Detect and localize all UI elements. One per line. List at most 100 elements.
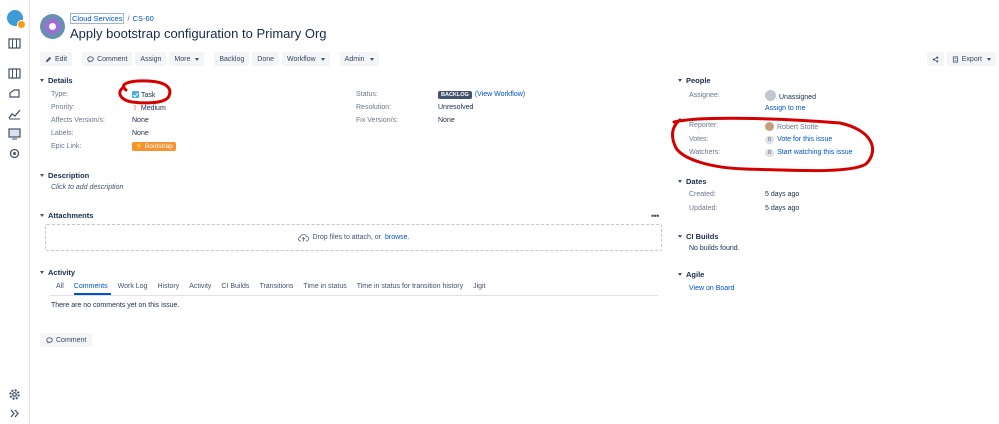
epic-link-value[interactable]: ⚡ Bootstrap — [132, 142, 176, 151]
updated-label: Updated: — [689, 205, 718, 212]
priority-value[interactable]: ⇧ Medium — [132, 104, 166, 112]
chevron-down-icon — [987, 57, 991, 61]
attachments-more-icon[interactable]: ••• — [651, 211, 659, 221]
share-icon — [932, 56, 939, 62]
collapse-triangle-icon — [678, 180, 682, 183]
breadcrumb: Cloud Services / CS-60 — [70, 13, 154, 24]
reporter-name: Robert Stotte — [777, 124, 819, 131]
more-menu-button[interactable]: More — [169, 52, 205, 66]
activity-section-toggle[interactable]: Activity — [40, 268, 75, 277]
epic-badge[interactable]: ⚡ Bootstrap — [132, 142, 176, 151]
tab-history[interactable]: History — [157, 283, 179, 290]
expand-sidebar-icon[interactable] — [8, 407, 21, 420]
tab-time-in-status[interactable]: Time in status — [303, 283, 346, 290]
resolution-value: Unresolved — [438, 104, 474, 111]
assignee-value[interactable]: Unassigned — [765, 90, 816, 101]
assignee-name: Unassigned — [779, 94, 816, 101]
app-logo-icon[interactable] — [7, 10, 26, 29]
status-label: Status: — [356, 91, 378, 98]
export-icon — [952, 55, 958, 63]
type-value[interactable]: Task — [132, 91, 155, 99]
comment-label: Comment — [97, 55, 128, 63]
watchers-value: 0 Start watching this issue — [765, 149, 853, 157]
assign-button[interactable]: Assign — [135, 52, 167, 66]
activity-tabs: All Comments Work Log History Activity C… — [56, 283, 486, 290]
board-icon[interactable] — [8, 37, 21, 50]
breadcrumb-separator: / — [127, 14, 130, 23]
people-section-toggle[interactable]: People — [678, 76, 711, 85]
done-transition-button[interactable]: Done — [252, 52, 280, 66]
start-watching-link[interactable]: Start watching this issue — [777, 149, 852, 156]
tab-all[interactable]: All — [56, 283, 64, 290]
ci-builds-empty: No builds found. — [689, 245, 740, 252]
affects-version-label: Affects Version/s: — [51, 117, 105, 124]
collapse-triangle-icon — [40, 174, 44, 177]
view-on-board-link[interactable]: View on Board — [689, 285, 734, 292]
dates-section-toggle[interactable]: Dates — [678, 177, 706, 186]
backlog-icon[interactable] — [8, 67, 21, 80]
votes-label: Votes: — [689, 136, 709, 143]
browse-link[interactable]: browse. — [385, 234, 410, 241]
tab-work-log[interactable]: Work Log — [118, 283, 148, 290]
description-heading: Description — [48, 171, 90, 180]
tab-time-in-status-transition-history[interactable]: Time in status for transition history — [357, 283, 463, 290]
project-avatar[interactable] — [40, 14, 65, 39]
attachments-heading: Attachments — [48, 211, 94, 220]
issue-title[interactable]: Apply bootstrap configuration to Primary… — [70, 26, 327, 41]
description-placeholder[interactable]: Click to add description — [51, 184, 123, 191]
status-lozenge[interactable]: BACKLOG — [438, 91, 472, 99]
add-ons-icon[interactable] — [8, 147, 21, 160]
details-section-toggle[interactable]: Details — [40, 76, 73, 85]
attachment-dropzone[interactable]: Drop files to attach, or browse. — [45, 224, 662, 251]
admin-menu-button[interactable]: Admin — [339, 52, 379, 66]
tab-activity[interactable]: Activity — [189, 283, 211, 290]
fix-version-value[interactable]: None — [438, 117, 455, 124]
export-menu-button[interactable]: Export — [946, 52, 996, 66]
breadcrumb-issue-key[interactable]: CS-60 — [133, 14, 154, 23]
type-value-text: Task — [141, 92, 156, 99]
edit-button[interactable]: Edit — [40, 52, 73, 66]
vote-for-issue-link[interactable]: Vote for this issue — [777, 136, 832, 143]
agile-heading: Agile — [686, 270, 705, 279]
tab-jigit[interactable]: Jigit — [473, 283, 485, 290]
epic-link-label: Epic Link: — [51, 143, 82, 150]
releases-icon[interactable] — [8, 87, 21, 100]
settings-gear-icon[interactable] — [8, 388, 21, 401]
resolution-label: Resolution: — [356, 104, 392, 111]
votes-count-badge: 0 — [765, 136, 775, 144]
add-comment-button[interactable]: Comment — [40, 333, 93, 347]
assignee-label: Assignee: — [689, 92, 720, 99]
collapse-triangle-icon — [40, 271, 44, 274]
unassigned-avatar-icon — [765, 90, 776, 101]
affects-version-value[interactable]: None — [132, 117, 149, 124]
status-value: BACKLOG (View Workflow) — [438, 91, 525, 99]
ci-builds-section-toggle[interactable]: CI Builds — [678, 232, 719, 241]
description-section-toggle[interactable]: Description — [40, 171, 89, 180]
cloud-upload-icon — [297, 234, 309, 242]
collapse-triangle-icon — [678, 79, 682, 82]
share-button[interactable] — [926, 52, 944, 66]
workflow-menu-button[interactable]: Workflow — [282, 52, 330, 66]
tab-transitions[interactable]: Transitions — [259, 283, 293, 290]
tab-ci-builds[interactable]: CI Builds — [221, 283, 249, 290]
view-workflow-link[interactable]: (View Workflow) — [475, 91, 525, 98]
attachments-section-toggle[interactable]: Attachments — [40, 211, 93, 220]
active-tab-indicator — [74, 293, 111, 295]
issues-icon[interactable] — [8, 127, 21, 140]
updated-value: 5 days ago — [765, 205, 800, 212]
priority-value-text: Medium — [140, 105, 166, 112]
reports-icon[interactable] — [8, 107, 21, 120]
watchers-count-badge: 0 — [765, 149, 775, 157]
labels-label: Labels: — [51, 130, 74, 137]
backlog-transition-button[interactable]: Backlog — [214, 52, 250, 66]
pencil-icon — [45, 56, 52, 62]
breadcrumb-project-link[interactable]: Cloud Services — [70, 13, 125, 24]
comment-button[interactable]: Comment — [82, 52, 133, 66]
agile-section-toggle[interactable]: Agile — [678, 270, 704, 279]
tab-comments[interactable]: Comments — [74, 283, 108, 290]
assign-to-me-link[interactable]: Assign to me — [765, 105, 805, 112]
chevron-down-icon — [320, 57, 325, 61]
reporter-value[interactable]: Robert Stotte — [765, 122, 818, 131]
labels-value[interactable]: None — [132, 130, 149, 137]
fix-version-label: Fix Version/s: — [356, 117, 399, 124]
